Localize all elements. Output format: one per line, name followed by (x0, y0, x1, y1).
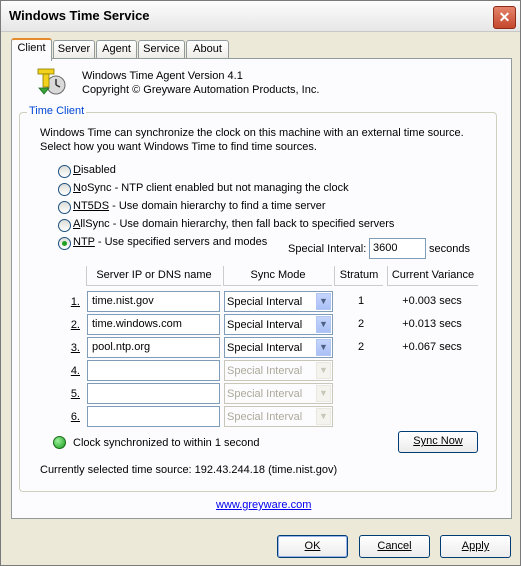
server-input[interactable] (87, 383, 220, 404)
sync-mode-value: Special Interval (227, 411, 303, 423)
radio-nt5ds-hotkey: NT5DS (73, 200, 110, 212)
tab-client[interactable]: Client (11, 38, 52, 61)
radio-ntp-label: NTP - Use specified servers and modes (73, 236, 267, 248)
radio-nosync-label: NoSync - NTP client enabled but not mana… (73, 182, 349, 194)
sync-status-indicator-icon (53, 436, 66, 449)
description-line-2: Select how you want Windows Time to find… (40, 141, 317, 153)
header-stratum: Stratum (334, 266, 383, 286)
chevron-down-icon: ▼ (316, 408, 331, 425)
radio-ntp-hotkey: NTP (73, 236, 95, 248)
server-input[interactable]: pool.ntp.org (87, 337, 220, 358)
row-number: 4. (70, 365, 80, 377)
sync-now-label: Sync Now (413, 435, 463, 447)
sync-now-button[interactable]: Sync Now (398, 431, 478, 453)
chevron-down-icon: ▼ (316, 362, 331, 379)
chevron-down-icon[interactable]: ▼ (316, 339, 331, 356)
radio-disabled-button[interactable] (58, 165, 71, 178)
row-number: 2. (70, 319, 80, 331)
radio-nt5ds-text: - Use domain hierarchy to find a time se… (109, 200, 326, 212)
tab-server[interactable]: Server (53, 40, 95, 59)
sync-mode-select: Special Interval ▼ (224, 406, 333, 427)
ok-label: OK (304, 540, 321, 552)
sync-mode-value: Special Interval (227, 319, 303, 331)
server-input[interactable] (87, 360, 220, 381)
time-client-group: Time Client Windows Time can synchronize… (19, 105, 497, 492)
sync-mode-select[interactable]: Special Interval ▼ (224, 337, 333, 358)
cancel-button[interactable]: Cancel (359, 535, 430, 558)
sync-mode-value: Special Interval (227, 388, 303, 400)
copyright-text: Copyright © Greyware Automation Products… (82, 84, 320, 96)
header-server: Server IP or DNS name (86, 266, 221, 286)
stratum-value: 2 (357, 318, 365, 330)
client-tab-panel: Windows Time Agent Version 4.1 Copyright… (11, 58, 512, 519)
chevron-down-icon: ▼ (316, 385, 331, 402)
window-title: Windows Time Service (9, 8, 150, 23)
tab-agent[interactable]: Agent (96, 40, 137, 59)
radio-ntp-button[interactable] (58, 237, 71, 250)
row-number: 3. (70, 342, 80, 354)
radio-allsync-label: AllSync - Use domain hierarchy, then fal… (73, 218, 394, 230)
variance-value: +0.067 secs (402, 341, 462, 353)
stratum-value: 2 (357, 341, 365, 353)
sync-mode-select[interactable]: Special Interval ▼ (224, 291, 333, 312)
radio-disabled-hotkey: D (73, 164, 81, 176)
time-client-group-label: Time Client (27, 105, 87, 117)
tab-about[interactable]: About (186, 40, 229, 59)
time-agent-logo-icon (37, 68, 66, 95)
chevron-down-icon[interactable]: ▼ (316, 316, 331, 333)
stratum-value: 1 (357, 295, 365, 307)
ok-button[interactable]: OK (277, 535, 348, 558)
radio-disabled-text: isabled (80, 164, 116, 176)
version-text: Windows Time Agent Version 4.1 (82, 70, 243, 82)
radio-nt5ds-button[interactable] (58, 201, 71, 214)
sync-mode-value: Special Interval (227, 296, 303, 308)
sync-mode-value: Special Interval (227, 342, 303, 354)
server-input[interactable]: time.nist.gov (87, 291, 220, 312)
row-number: 5. (70, 388, 80, 400)
row-number: 1. (70, 296, 80, 308)
radio-nt5ds-label: NT5DS - Use domain hierarchy to find a t… (73, 200, 325, 212)
special-interval-input[interactable]: 3600 (369, 238, 426, 259)
variance-value: +0.003 secs (402, 295, 462, 307)
title-bar[interactable]: Windows Time Service ✕ (1, 1, 520, 32)
description-line-1: Windows Time can synchronize the clock o… (40, 127, 464, 139)
variance-value: +0.013 secs (402, 318, 462, 330)
header-sync-mode: Sync Mode (223, 266, 332, 286)
radio-allsync-button[interactable] (58, 219, 71, 232)
tab-service[interactable]: Service (138, 40, 185, 59)
sync-mode-select: Special Interval ▼ (224, 360, 333, 381)
time-service-window: Windows Time Service ✕ Client Server Age… (0, 0, 521, 566)
close-icon[interactable]: ✕ (493, 6, 516, 29)
radio-ntp-text: - Use specified servers and modes (94, 236, 268, 248)
sync-mode-value: Special Interval (227, 365, 303, 377)
radio-nosync-hotkey: N (73, 182, 81, 194)
radio-allsync-text: llSync - Use domain hierarchy, then fall… (80, 218, 395, 230)
sync-mode-select: Special Interval ▼ (224, 383, 333, 404)
special-interval-label: Special Interval: (288, 243, 367, 255)
special-interval-unit: seconds (429, 243, 470, 255)
chevron-down-icon[interactable]: ▼ (316, 293, 331, 310)
cancel-label: Cancel (377, 540, 412, 552)
server-input[interactable] (87, 406, 220, 427)
greyware-link[interactable]: www.greyware.com (216, 499, 311, 511)
radio-nosync-button[interactable] (58, 183, 71, 196)
current-source-text: Currently selected time source: 192.43.2… (40, 464, 338, 476)
sync-status-text: Clock synchronized to within 1 second (73, 437, 260, 449)
row-number: 6. (70, 411, 80, 423)
server-input[interactable]: time.windows.com (87, 314, 220, 335)
radio-disabled-label: Disabled (73, 164, 116, 176)
apply-label: Apply (461, 540, 490, 552)
radio-nosync-text: oSync - NTP client enabled but not manag… (80, 182, 349, 194)
header-variance: Current Variance (387, 266, 478, 286)
apply-button[interactable]: Apply (440, 535, 511, 558)
sync-mode-select[interactable]: Special Interval ▼ (224, 314, 333, 335)
